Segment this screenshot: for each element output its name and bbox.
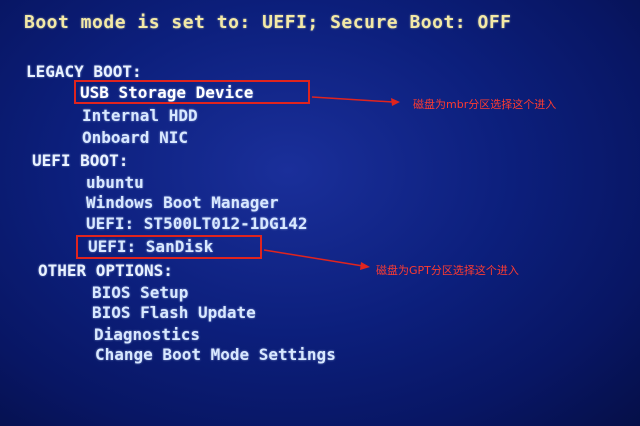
boot-item-usb-storage-device[interactable]: USB Storage Device — [80, 83, 253, 102]
boot-item-ubuntu[interactable]: ubuntu — [86, 173, 144, 192]
arrow-to-sandisk-icon — [263, 249, 370, 270]
legacy-boot-heading: LEGACY BOOT: — [26, 62, 142, 81]
boot-item-uefi-hdd[interactable]: UEFI: ST500LT012-1DG142 — [86, 214, 308, 233]
option-diagnostics[interactable]: Diagnostics — [94, 325, 200, 344]
other-options-heading: OTHER OPTIONS: — [38, 261, 173, 280]
option-change-boot-mode-settings[interactable]: Change Boot Mode Settings — [95, 345, 336, 364]
annotation-gpt: 磁盘为GPT分区选择这个进入 — [376, 264, 519, 277]
annotation-mbr: 磁盘为mbr分区选择这个进入 — [413, 98, 557, 111]
boot-mode-status: Boot mode is set to: UEFI; Secure Boot: … — [24, 12, 512, 33]
boot-item-internal-hdd[interactable]: Internal HDD — [82, 106, 198, 125]
arrow-to-usb-icon — [311, 96, 400, 106]
uefi-boot-heading: UEFI BOOT: — [32, 151, 129, 170]
boot-item-uefi-sandisk[interactable]: UEFI: SanDisk — [88, 237, 213, 256]
boot-menu-screen: Boot mode is set to: UEFI; Secure Boot: … — [0, 0, 640, 426]
boot-item-onboard-nic[interactable]: Onboard NIC — [82, 128, 188, 147]
boot-item-windows-boot-manager[interactable]: Windows Boot Manager — [86, 193, 279, 212]
option-bios-setup[interactable]: BIOS Setup — [92, 283, 188, 302]
option-bios-flash-update[interactable]: BIOS Flash Update — [92, 303, 256, 322]
